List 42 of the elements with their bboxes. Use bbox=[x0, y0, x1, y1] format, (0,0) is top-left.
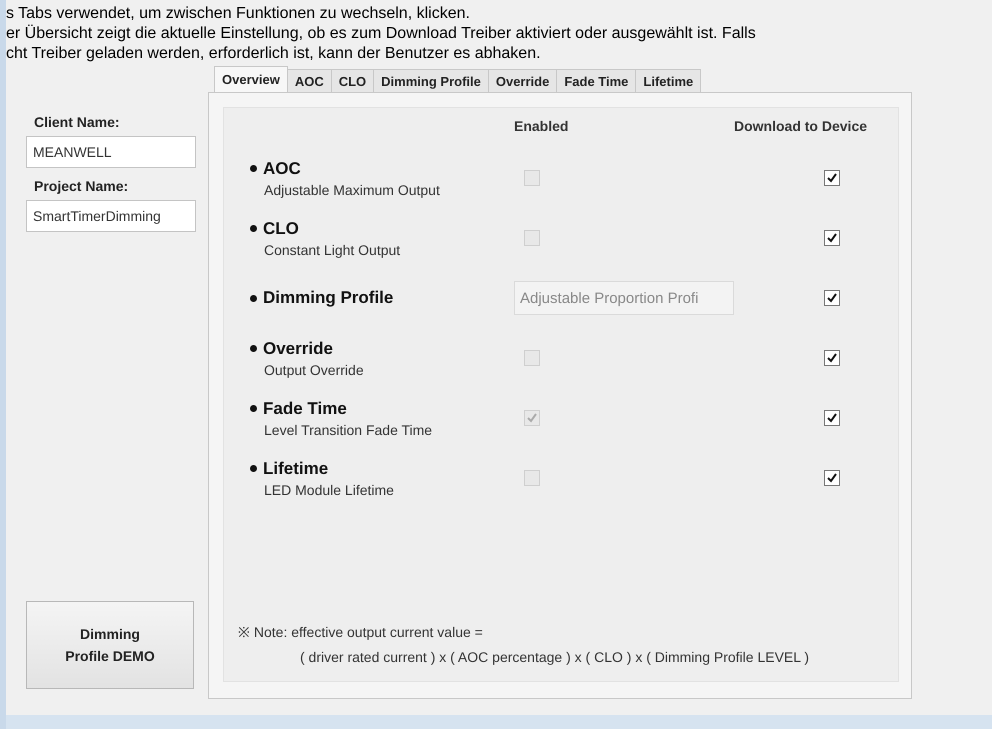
tab[interactable]: Overview bbox=[214, 66, 288, 92]
demo-button[interactable]: Dimming Profile DEMO bbox=[26, 601, 194, 689]
checkbox[interactable] bbox=[824, 350, 840, 366]
bullet-icon bbox=[250, 165, 257, 172]
feature-title: Override bbox=[263, 338, 333, 358]
tab[interactable]: AOC bbox=[286, 69, 332, 92]
feature-subtitle: Adjustable Maximum Output bbox=[263, 182, 440, 198]
bullet-icon bbox=[250, 345, 257, 352]
caption-text: er Übersicht zeigt die aktuelle Einstellung, ob es zum Download Treiber aktiviert oder ausgewählt ist. Falls bbox=[6, 24, 756, 44]
checkbox[interactable] bbox=[824, 470, 840, 486]
formula-text: ( driver rated current ) x ( AOC percentage ) x ( CLO ) x ( Dimming Profile LEVEL ) bbox=[299, 649, 810, 665]
caption-text: s Tabs verwendet, um zwischen Funktionen zu wechseln, klicken. bbox=[6, 4, 470, 24]
tab[interactable]: Fade Time bbox=[556, 69, 636, 92]
feature-subtitle: LED Module Lifetime bbox=[263, 482, 394, 498]
tab[interactable]: Override bbox=[488, 69, 558, 92]
bullet-icon bbox=[250, 465, 257, 472]
client-name-field[interactable]: MEANWELL bbox=[26, 136, 196, 168]
client-name-label: Client Name: bbox=[34, 114, 121, 130]
feature-title: Dimming Profile bbox=[263, 288, 394, 308]
checkbox[interactable] bbox=[824, 290, 840, 306]
bullet-icon bbox=[250, 294, 257, 302]
bullet-icon bbox=[250, 405, 257, 412]
checkbox[interactable] bbox=[824, 170, 840, 186]
tab[interactable]: Dimming Profile bbox=[373, 69, 489, 92]
feature-subtitle: Output Override bbox=[263, 362, 364, 378]
checkbox[interactable] bbox=[824, 230, 840, 246]
feature-title: CLO bbox=[263, 218, 299, 238]
tab[interactable]: CLO bbox=[330, 69, 374, 92]
column-header: Enabled bbox=[514, 118, 568, 134]
project-name-field[interactable]: SmartTimerDimming bbox=[26, 200, 196, 232]
caption-text: cht Treiber geladen werden, erforderlich ist, kann der Benutzer es abhaken. bbox=[6, 44, 541, 64]
checkbox[interactable] bbox=[824, 410, 840, 426]
bullet-icon bbox=[250, 225, 257, 232]
note-text: ※ Note: effective output current value = bbox=[238, 623, 484, 641]
feature-title: Fade Time bbox=[263, 398, 347, 418]
project-name-label: Project Name: bbox=[34, 178, 130, 194]
feature-title: AOC bbox=[263, 158, 301, 178]
tab[interactable]: Lifetime bbox=[635, 69, 702, 92]
feature-subtitle: Constant Light Output bbox=[263, 242, 400, 258]
feature-subtitle: Level Transition Fade Time bbox=[263, 422, 432, 438]
feature-title: Lifetime bbox=[263, 458, 328, 478]
column-header: Download to Device bbox=[734, 118, 868, 134]
